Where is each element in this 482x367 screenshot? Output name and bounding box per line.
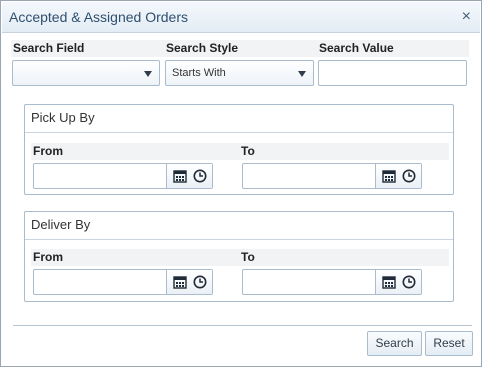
deliver-from-datetime (33, 269, 213, 295)
pickup-to-datetime (242, 163, 422, 189)
chevron-down-icon (298, 71, 306, 77)
pickup-from-input[interactable] (34, 164, 166, 188)
clock-icon[interactable] (402, 275, 416, 289)
pickup-to-label: To (241, 144, 255, 158)
footer-divider (13, 325, 472, 326)
search-style-value: Starts With (172, 67, 226, 79)
search-style-select[interactable]: Starts With (165, 60, 314, 86)
deliver-to-label: To (241, 250, 255, 264)
deliver-to-input[interactable] (243, 270, 375, 294)
pickup-title: Pick Up By (31, 110, 95, 125)
search-value-label: Search Value (319, 41, 394, 55)
clock-icon[interactable] (193, 275, 207, 289)
datetime-buttons (166, 270, 212, 294)
chevron-down-icon (144, 71, 152, 77)
orders-dialog: Accepted & Assigned Orders × Search Fiel… (0, 0, 482, 367)
clock-icon[interactable] (402, 169, 416, 183)
calendar-icon[interactable] (382, 275, 396, 289)
deliver-from-label: From (33, 250, 63, 264)
datetime-buttons (166, 164, 212, 188)
search-style-label: Search Style (166, 41, 239, 55)
datetime-buttons (375, 270, 421, 294)
calendar-icon[interactable] (173, 169, 187, 183)
deliver-title: Deliver By (31, 217, 91, 232)
deliver-from-input[interactable] (34, 270, 166, 294)
pickup-from-label: From (33, 144, 63, 158)
reset-button[interactable]: Reset (425, 331, 473, 356)
search-field-select[interactable] (12, 60, 160, 86)
calendar-icon[interactable] (382, 169, 396, 183)
pickup-to-input[interactable] (243, 164, 375, 188)
datetime-buttons (375, 164, 421, 188)
search-value-input[interactable] (318, 60, 467, 86)
deliver-group: Deliver By From To (24, 211, 454, 302)
group-divider (25, 239, 453, 240)
deliver-header-row (31, 249, 449, 266)
pickup-header-row (31, 143, 449, 160)
deliver-to-datetime (242, 269, 422, 295)
close-icon[interactable]: × (462, 8, 471, 26)
calendar-icon[interactable] (173, 275, 187, 289)
dialog-titlebar[interactable]: Accepted & Assigned Orders × (2, 2, 480, 33)
pickup-from-datetime (33, 163, 213, 189)
search-field-label: Search Field (13, 41, 85, 55)
dialog-title: Accepted & Assigned Orders (9, 9, 188, 25)
group-divider (25, 132, 453, 133)
search-button[interactable]: Search (367, 331, 422, 356)
clock-icon[interactable] (193, 169, 207, 183)
pickup-group: Pick Up By From To (24, 104, 454, 195)
